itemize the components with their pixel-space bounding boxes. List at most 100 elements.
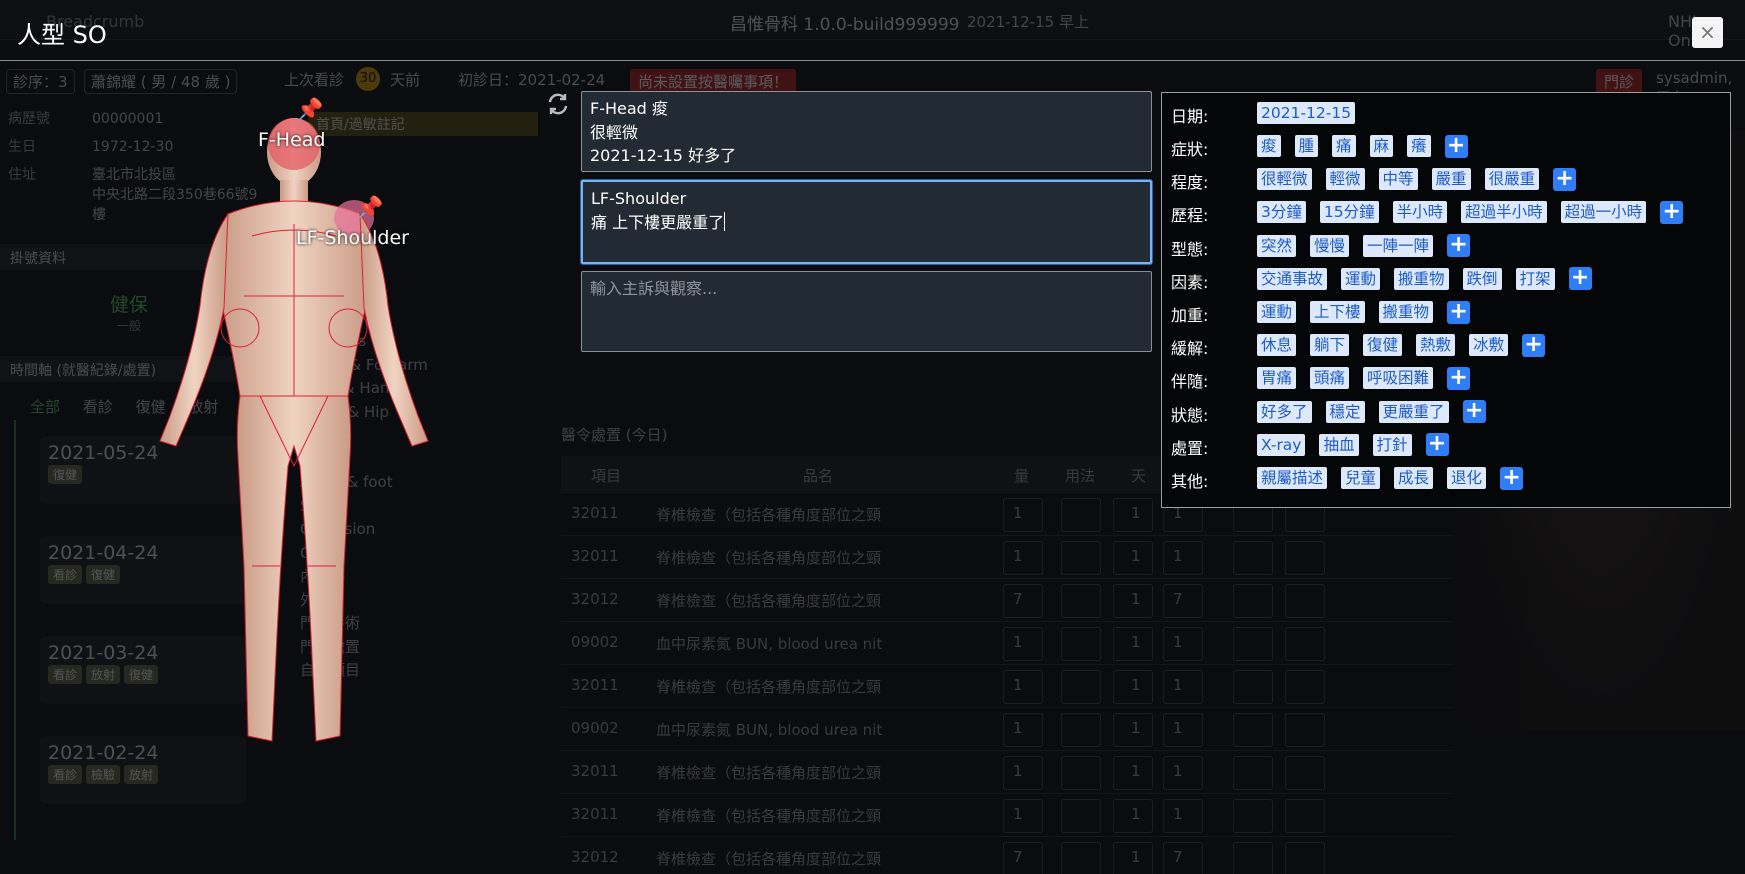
table-input-box[interactable] [1233,842,1273,874]
option-chip[interactable]: 親屬描述 [1257,467,1328,489]
add-option-button[interactable]: + [1447,366,1471,390]
table-input-box[interactable] [1163,627,1203,661]
legs[interactable] [236,395,352,742]
tab-all[interactable]: 全部 [30,398,60,416]
refresh-icon[interactable] [546,92,570,116]
table-input-box[interactable] [1003,670,1043,704]
table-input-box[interactable] [1285,842,1325,874]
table-input-box[interactable] [1113,498,1153,532]
option-chip[interactable]: 痠 [1257,135,1281,157]
table-input-box[interactable] [1163,756,1203,790]
option-chip[interactable]: 胃痛 [1257,367,1297,390]
date-chip[interactable]: 2021-12-15 [1257,102,1356,124]
patient-name[interactable]: 蕭錦耀 ( 男 / 48 歲 ) [84,69,238,94]
right-arm[interactable] [159,212,229,447]
table-input-box[interactable] [1233,799,1273,833]
option-chip[interactable]: 熱敷 [1416,334,1456,357]
tab-visit[interactable]: 看診 [83,398,113,416]
table-row[interactable]: 32012 脊椎檢查（包括各種角度部位之頸 7 1 7 [561,578,1451,621]
option-chip[interactable]: 呼吸困難 [1363,367,1434,390]
option-chip[interactable]: 嚴重 [1431,168,1471,191]
table-input-box[interactable] [1233,584,1273,618]
table-input-box[interactable] [1163,670,1203,704]
note-textarea-shoulder[interactable]: LF-Shoulder 痛 上下樓更嚴重了 [581,180,1152,264]
table-input-box[interactable] [1285,584,1325,618]
table-row[interactable]: 32011 脊椎檢查（包括各種角度部位之頸 1 1 1 [561,793,1451,836]
table-row[interactable]: 09002 血中尿素氮 BUN, blood urea nit 1 1 1 [561,707,1451,750]
table-input-box[interactable] [1285,627,1325,661]
new-note-textarea[interactable]: 輸入主訴與觀察... [581,271,1152,352]
table-input-box[interactable] [1113,541,1153,575]
table-input-box[interactable] [1163,799,1203,833]
table-input-box[interactable] [1163,584,1203,618]
add-option-button[interactable]: + [1522,333,1546,357]
option-chip[interactable]: 抽血 [1319,433,1359,456]
add-option-button[interactable]: + [1447,300,1471,324]
add-option-button[interactable]: + [1425,433,1449,457]
marker-label-head[interactable]: F-Head [258,129,325,151]
table-input-box[interactable] [1061,799,1101,833]
table-input-box[interactable] [1285,713,1325,747]
marker-label-shoulder[interactable]: LF-Shoulder [296,227,409,249]
option-chip[interactable]: 搬重物 [1394,267,1449,290]
table-input-box[interactable] [1061,498,1101,532]
add-option-button[interactable]: + [1444,134,1468,158]
table-input-box[interactable] [1003,584,1043,618]
table-row[interactable]: 32012 脊椎檢查（包括各種角度部位之頸 7 1 7 [561,836,1451,874]
table-input-box[interactable] [1061,627,1101,661]
option-chip[interactable]: 搬重物 [1378,301,1434,323]
human-body-figure[interactable] [140,96,440,756]
table-input-box[interactable] [1285,541,1325,575]
table-input-box[interactable] [1233,670,1273,704]
option-chip[interactable]: 打針 [1372,433,1412,456]
option-chip[interactable]: 兒童 [1341,467,1381,489]
option-chip[interactable]: 很嚴重 [1484,168,1540,191]
option-chip[interactable]: 跌倒 [1462,267,1502,290]
table-input-box[interactable] [1061,713,1101,747]
table-input-box[interactable] [1003,627,1043,661]
add-option-button[interactable]: + [1553,167,1577,191]
table-input-box[interactable] [1061,584,1101,618]
table-input-box[interactable] [1113,713,1153,747]
close-button[interactable]: × [1692,17,1723,48]
table-input-box[interactable] [1003,756,1043,790]
table-input-box[interactable] [1285,756,1325,790]
table-row[interactable]: 32011 脊椎檢查（包括各種角度部位之頸 1 1 1 [561,664,1451,707]
table-input-box[interactable] [1061,842,1101,874]
add-option-button[interactable]: + [1500,466,1524,490]
option-chip[interactable]: X-ray [1257,433,1306,456]
table-input-box[interactable] [1285,670,1325,704]
table-input-box[interactable] [1061,670,1101,704]
option-chip[interactable]: 腫 [1294,135,1319,157]
option-chip[interactable]: 躺下 [1310,334,1350,357]
option-chip[interactable]: 超過半小時 [1461,201,1547,224]
option-chip[interactable]: 冰敷 [1469,334,1509,357]
option-chip[interactable]: 突然 [1257,234,1297,257]
table-input-box[interactable] [1003,799,1043,833]
table-input-box[interactable] [1163,541,1203,575]
table-input-box[interactable] [1061,756,1101,790]
option-chip[interactable]: 3分鐘 [1257,201,1306,224]
add-option-button[interactable]: + [1660,200,1684,224]
option-chip[interactable]: 超過一小時 [1560,201,1647,224]
neck[interactable] [280,180,308,202]
table-input-box[interactable] [1113,756,1153,790]
option-chip[interactable]: 痛 [1332,135,1356,157]
option-chip[interactable]: 復健 [1363,334,1403,357]
table-input-box[interactable] [1003,713,1043,747]
table-input-box[interactable] [1233,756,1273,790]
option-chip[interactable]: 癢 [1407,135,1431,157]
option-chip[interactable]: 打架 [1515,267,1555,290]
option-chip[interactable]: 退化 [1447,467,1487,489]
add-option-button[interactable]: + [1447,234,1471,258]
add-option-button[interactable]: + [1568,267,1592,291]
option-chip[interactable]: 很輕微 [1257,168,1312,191]
option-chip[interactable]: 交通事故 [1257,267,1328,290]
table-input-box[interactable] [1113,584,1153,618]
option-chip[interactable]: 運動 [1341,267,1381,290]
table-input-box[interactable] [1233,627,1273,661]
option-chip[interactable]: 穩定 [1325,400,1365,423]
add-option-button[interactable]: + [1462,400,1486,424]
option-chip[interactable]: 成長 [1394,467,1434,489]
option-chip[interactable]: 運動 [1257,301,1297,323]
